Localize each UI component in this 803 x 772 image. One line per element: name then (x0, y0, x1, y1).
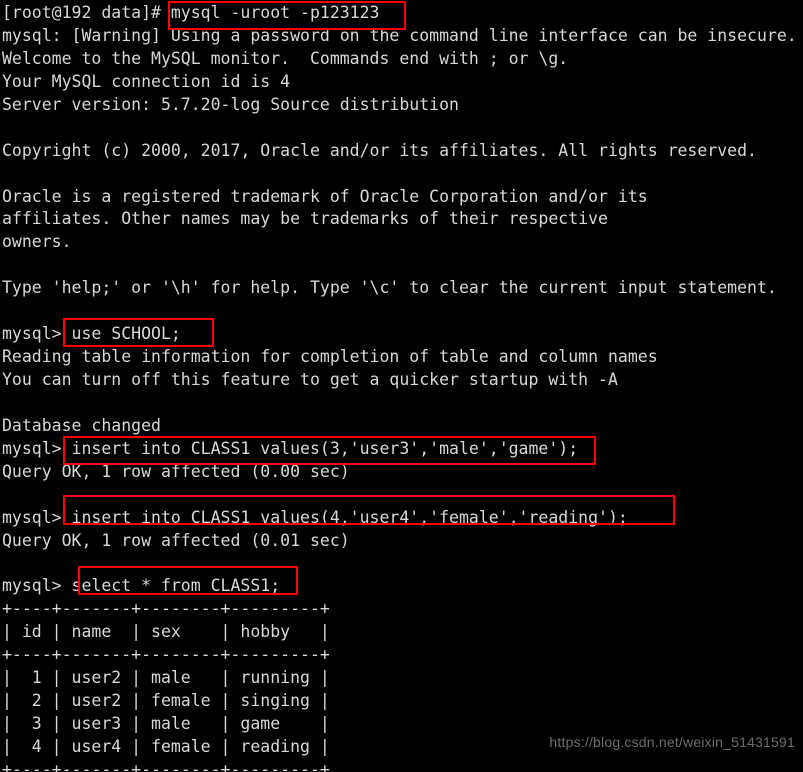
terminal-line: mysql> insert into CLASS1 values(3,'user… (2, 438, 579, 458)
terminal-line: Type 'help;' or '\h' for help. Type '\c'… (2, 278, 777, 298)
terminal-line: mysql: [Warning] Using a password on the… (2, 25, 797, 45)
terminal-line: affiliates. Other names may be trademark… (2, 209, 608, 229)
terminal-line: Welcome to the MySQL monitor. Commands e… (2, 48, 569, 68)
terminal-line: +----+-------+--------+---------+ (2, 759, 330, 772)
terminal-line: You can turn off this feature to get a q… (2, 370, 618, 389)
terminal-line: | id | name | sex | hobby | (2, 622, 330, 642)
terminal-line: Database changed (2, 415, 161, 435)
terminal-line: | 2 | user2 | female | singing | (2, 691, 330, 711)
terminal-line: Server version: 5.7.20-log Source distri… (2, 94, 459, 114)
terminal-line: Copyright (c) 2000, 2017, Oracle and/or … (2, 140, 757, 160)
watermark-text: https://blog.csdn.net/weixin_51431591 (549, 734, 795, 750)
terminal-line: +----+-------+--------+---------+ (2, 599, 330, 619)
terminal-line: | 1 | user2 | male | running | (2, 668, 330, 688)
terminal-line: mysql> select * from CLASS1; (2, 576, 281, 596)
terminal-line: | 3 | user3 | male | game | (2, 714, 330, 734)
terminal-line: [root@192 data]# mysql -uroot -p123123 (2, 3, 380, 22)
terminal-line: owners. (2, 232, 72, 252)
terminal-line: mysql> insert into CLASS1 values(4,'user… (2, 507, 628, 527)
terminal-line: Oracle is a registered trademark of Orac… (2, 186, 648, 206)
terminal-line: +----+-------+--------+---------+ (2, 645, 330, 665)
terminal-output-area[interactable]: [root@192 data]# mysql -uroot -p123123 my… (0, 0, 803, 772)
terminal-line: Query OK, 1 row affected (0.00 sec) (2, 461, 350, 481)
terminal-line: mysql> use SCHOOL; (2, 324, 181, 344)
terminal-line: Your MySQL connection id is 4 (2, 71, 291, 91)
terminal-line: Reading table information for completion… (2, 347, 658, 367)
terminal-line: Query OK, 1 row affected (0.01 sec) (2, 530, 350, 550)
